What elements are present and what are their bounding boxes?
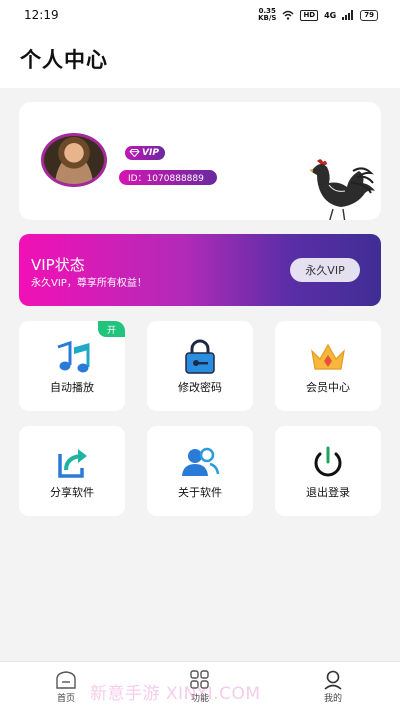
vip-badge-label: VIP	[142, 148, 159, 158]
watermark: 新意手游 XINYI.COM	[90, 684, 261, 704]
battery-icon: 79	[360, 9, 378, 21]
profile-card[interactable]: VIP ID：1070888889	[19, 102, 381, 220]
power-icon	[314, 446, 342, 477]
status-time: 12:19	[24, 8, 59, 22]
signal-icon	[342, 10, 354, 20]
header: 个人中心	[0, 30, 400, 88]
network-type: 4G	[324, 10, 337, 20]
tile-label: 修改密码	[178, 381, 222, 394]
status-bar: 12:19 0.35 KB/S HD 4G 79	[0, 0, 400, 30]
tile-change-password[interactable]: 修改密码	[147, 321, 253, 411]
page-title: 个人中心	[20, 48, 108, 72]
tile-auto-play[interactable]: 开 自动播放	[19, 321, 125, 411]
vip-status-subtitle: 永久VIP，尊享所有权益！	[31, 278, 147, 289]
rooster-illustration	[309, 159, 375, 220]
tile-logout[interactable]: 退出登录	[275, 426, 381, 516]
music-note-icon	[57, 340, 90, 373]
users-icon	[182, 447, 220, 476]
tile-label: 分享软件	[50, 486, 94, 499]
hd-icon: HD	[300, 9, 319, 21]
vip-status-banner[interactable]: VIP状态 永久VIP，尊享所有权益！ 永久VIP	[19, 234, 381, 306]
tile-label: 自动播放	[50, 381, 94, 394]
diamond-icon	[129, 149, 140, 157]
avatar[interactable]	[41, 133, 107, 187]
tile-label: 退出登录	[306, 486, 350, 499]
vip-tag[interactable]: 永久VIP	[290, 258, 360, 282]
wifi-icon	[282, 10, 294, 20]
status-icons: 0.35 KB/S HD 4G 79	[258, 8, 378, 22]
vip-status-title: VIP状态	[31, 256, 85, 274]
tile-member-center[interactable]: 会员中心	[275, 321, 381, 411]
share-icon	[58, 449, 87, 478]
toggle-on-badge[interactable]: 开	[98, 321, 125, 337]
vip-badge: VIP	[125, 146, 165, 160]
tile-about-app[interactable]: 关于软件	[147, 426, 253, 516]
tile-label: 关于软件	[178, 486, 222, 499]
nav-home[interactable]: 首页	[46, 670, 86, 704]
nav-home-label: 首页	[56, 694, 75, 704]
user-id: ID：1070888889	[119, 170, 217, 185]
crown-icon	[311, 343, 345, 370]
lock-icon	[185, 339, 215, 374]
home-icon	[56, 671, 76, 689]
tile-share-app[interactable]: 分享软件	[19, 426, 125, 516]
tile-label: 会员中心	[306, 381, 350, 394]
network-speed: 0.35 KB/S	[258, 7, 277, 22]
